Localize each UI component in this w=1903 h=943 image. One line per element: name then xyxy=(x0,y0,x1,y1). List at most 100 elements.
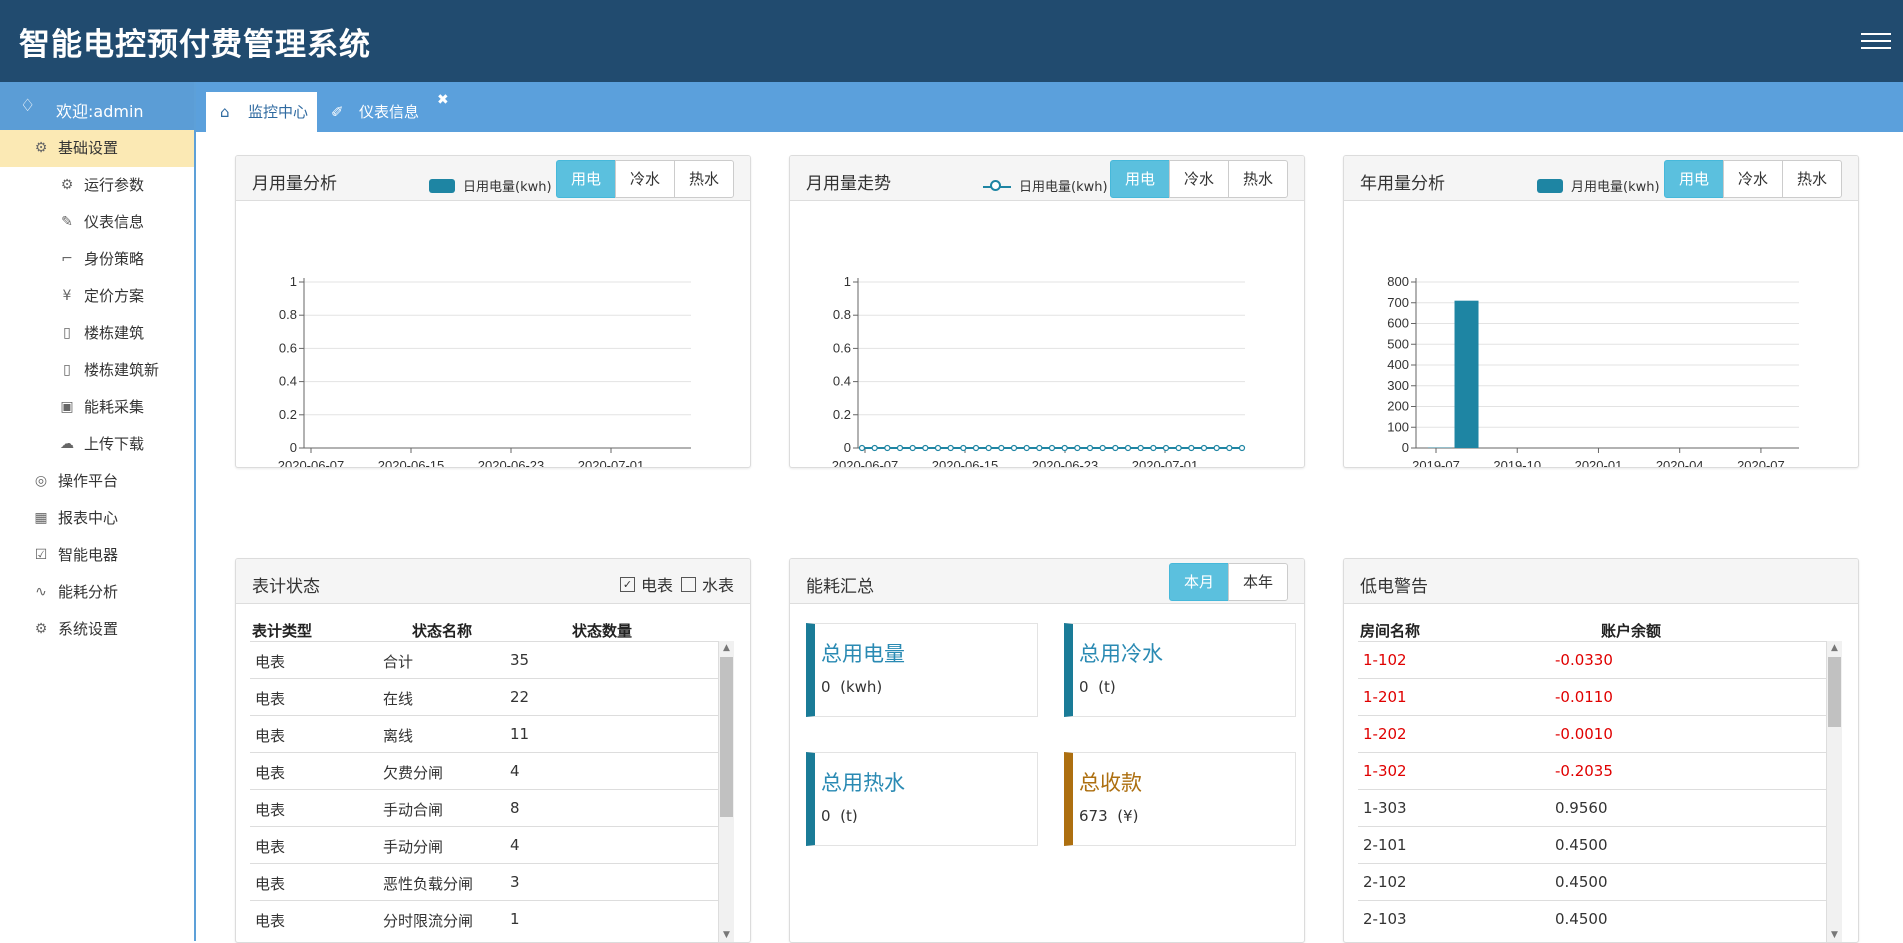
x-tick-label: 2020-06-15 xyxy=(378,458,445,467)
data-point xyxy=(1100,446,1105,451)
cold-water-button[interactable]: 冷水 xyxy=(1169,160,1229,198)
y-tick-label: 0.6 xyxy=(833,340,851,355)
home-icon: ⌂ xyxy=(220,92,230,132)
hamburger-menu-icon[interactable] xyxy=(1861,28,1891,52)
electric-meter-checkbox[interactable]: ✓ xyxy=(620,577,635,592)
y-tick-label: 0.6 xyxy=(279,340,297,355)
table-row[interactable]: 电表在线22 xyxy=(250,678,734,715)
this-year-button[interactable]: 本年 xyxy=(1228,563,1288,601)
hot-water-button[interactable]: 热水 xyxy=(674,160,734,198)
sidebar: ♢ 欢迎:admin ⚙基础设置⚙运行参数✎仪表信息⌐身份策略¥定价方案▯楼栋建… xyxy=(0,82,196,941)
sidebar-item-1[interactable]: ⚙基础设置 xyxy=(0,130,194,167)
scroll-thumb[interactable] xyxy=(1828,657,1841,727)
table-cell: 1-302 xyxy=(1363,762,1407,780)
scrollbar[interactable]: ▲ ▼ xyxy=(718,641,734,942)
y-tick-label: 800 xyxy=(1387,274,1409,289)
table-cell: 在线 xyxy=(383,688,413,709)
sidebar-item-10[interactable]: ◎操作平台 xyxy=(0,463,194,500)
sidebar-item-13[interactable]: ∿能耗分析 xyxy=(0,574,194,611)
scroll-up-icon[interactable]: ▲ xyxy=(1827,643,1842,653)
line-chart-icon: ∿ xyxy=(32,574,50,611)
table-row[interactable]: 1-302-0.2035 xyxy=(1358,752,1842,789)
sidebar-item-label: 仪表信息 xyxy=(84,204,144,241)
cube-icon: ▣ xyxy=(58,389,76,426)
chart-legend[interactable]: 日用电量(kwh) xyxy=(983,176,1108,195)
electric-button[interactable]: 用电 xyxy=(1110,160,1170,198)
table-row[interactable]: 电表恶性负载分闸3 xyxy=(250,863,734,900)
cold-water-button[interactable]: 冷水 xyxy=(615,160,675,198)
legend-label: 日用电量(kwh) xyxy=(1019,176,1108,195)
sidebar-item-11[interactable]: ▦报表中心 xyxy=(0,500,194,537)
x-tick-label: 2020-06-15 xyxy=(932,458,999,467)
main-content: 月用量分析 用电 冷水 热水 日用电量(kwh) 00.20.40.60.812… xyxy=(196,132,1903,941)
data-point xyxy=(1138,446,1143,451)
table-row[interactable]: 电表分时限流分闸1 xyxy=(250,900,734,937)
sidebar-item-4[interactable]: ⌐身份策略 xyxy=(0,241,194,278)
y-tick-label: 1 xyxy=(290,274,297,289)
table-cell: 电表 xyxy=(255,799,285,820)
sidebar-item-2[interactable]: ⚙运行参数 xyxy=(0,167,194,204)
this-month-button[interactable]: 本月 xyxy=(1169,563,1229,601)
table-row[interactable]: 电表手动分闸4 xyxy=(250,826,734,863)
building-icon: ▯ xyxy=(58,352,76,389)
data-point xyxy=(1126,446,1131,451)
sidebar-item-9[interactable]: ☁上传下载 xyxy=(0,426,194,463)
table-row[interactable]: 2-1030.4500 xyxy=(1358,900,1842,937)
table-row[interactable]: 电表合计35 xyxy=(250,641,734,678)
app-title: 智能电控预付费管理系统 xyxy=(19,19,371,64)
check-square-icon: ☑ xyxy=(32,537,50,574)
table-row[interactable]: 1-202-0.0010 xyxy=(1358,715,1842,752)
legend-swatch xyxy=(983,179,1011,193)
legend-swatch xyxy=(429,179,455,193)
data-point xyxy=(872,446,877,451)
sidebar-item-12[interactable]: ☑智能电器 xyxy=(0,537,194,574)
table-row[interactable]: 2-1020.4500 xyxy=(1358,863,1842,900)
legend-swatch xyxy=(1537,179,1563,193)
tab-monitor-center[interactable]: ⌂ 监控中心 xyxy=(206,92,317,132)
chart-legend[interactable]: 日用电量(kwh) xyxy=(429,176,552,195)
hot-water-button[interactable]: 热水 xyxy=(1782,160,1842,198)
y-tick-label: 0.4 xyxy=(833,374,851,389)
unlock-icon: ⌐ xyxy=(58,241,76,278)
scroll-thumb[interactable] xyxy=(720,657,733,817)
close-tab-icon[interactable]: ✖ xyxy=(437,92,449,108)
sidebar-item-3[interactable]: ✎仪表信息 xyxy=(0,204,194,241)
data-point xyxy=(1037,446,1042,451)
scrollbar[interactable]: ▲ ▼ xyxy=(1826,641,1842,942)
sidebar-item-8[interactable]: ▣能耗采集 xyxy=(0,389,194,426)
col-header: 房间名称 xyxy=(1360,620,1420,641)
y-tick-label: 0 xyxy=(290,440,297,455)
table-row[interactable]: 电表离线11 xyxy=(250,715,734,752)
card-title: 总收款 xyxy=(1079,767,1142,797)
scroll-up-icon[interactable]: ▲ xyxy=(719,643,734,653)
table-row[interactable]: 电表欠费分闸4 xyxy=(250,752,734,789)
col-header: 状态数量 xyxy=(572,620,632,641)
scroll-down-icon[interactable]: ▼ xyxy=(1827,930,1842,940)
sidebar-item-6[interactable]: ▯楼栋建筑 xyxy=(0,315,194,352)
panel-header: 表计状态 ✓ 电表 水表 xyxy=(236,559,750,604)
sidebar-item-5[interactable]: ¥定价方案 xyxy=(0,278,194,315)
data-point xyxy=(999,446,1004,451)
cold-water-button[interactable]: 冷水 xyxy=(1723,160,1783,198)
table-row[interactable]: 1-102-0.0330 xyxy=(1358,641,1842,678)
table-icon: ▦ xyxy=(32,500,50,537)
sidebar-item-7[interactable]: ▯楼栋建筑新 xyxy=(0,352,194,389)
table-row[interactable]: 电表手动合闸8 xyxy=(250,789,734,826)
table-row[interactable]: 1-3030.9560 xyxy=(1358,789,1842,826)
scroll-down-icon[interactable]: ▼ xyxy=(719,930,734,940)
electric-button[interactable]: 用电 xyxy=(1664,160,1724,198)
electric-button[interactable]: 用电 xyxy=(556,160,616,198)
sidebar-item-14[interactable]: ⚙系统设置 xyxy=(0,611,194,648)
table-row[interactable]: 1-201-0.0110 xyxy=(1358,678,1842,715)
table-row[interactable]: 2-1010.4500 xyxy=(1358,826,1842,863)
hot-water-button[interactable]: 热水 xyxy=(1228,160,1288,198)
monthly-usage-panel: 月用量分析 用电 冷水 热水 日用电量(kwh) 00.20.40.60.812… xyxy=(235,155,751,468)
tab-meter-info[interactable]: ✐ 仪表信息 xyxy=(331,92,481,132)
water-meter-checkbox[interactable] xyxy=(681,577,696,592)
gears-icon: ⚙ xyxy=(32,611,50,648)
chart-legend[interactable]: 月用电量(kwh) xyxy=(1537,176,1660,195)
sidebar-item-label: 基础设置 xyxy=(58,130,118,167)
table-cell: 1-202 xyxy=(1363,725,1407,743)
low-power-table: 1-102-0.03301-201-0.01101-202-0.00101-30… xyxy=(1358,641,1842,942)
table-cell: 电表 xyxy=(255,725,285,746)
